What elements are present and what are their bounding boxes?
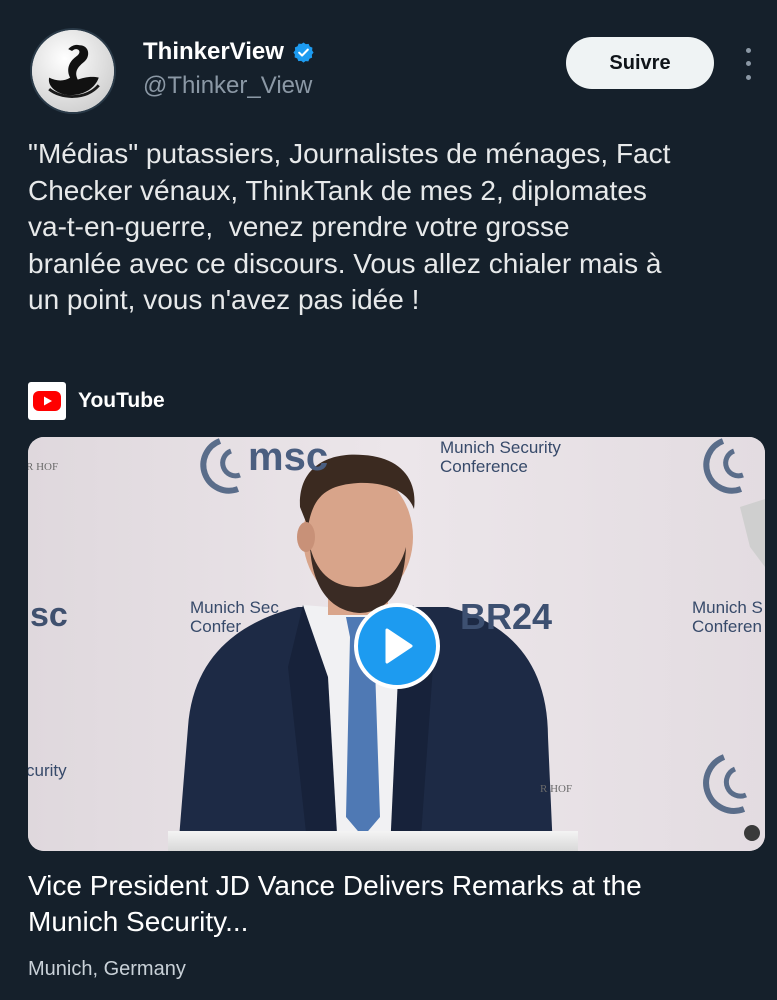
video-thumbnail[interactable]: msc Munich Security Conference R HOF sc …: [28, 437, 765, 851]
video-title[interactable]: Vice President JD Vance Delivers Remarks…: [28, 868, 763, 940]
backdrop-br24: BR24: [460, 596, 553, 637]
follow-button[interactable]: Suivre: [566, 37, 714, 89]
backdrop-sc: sc: [30, 596, 68, 634]
tweet-text-line: "Médias" putassiers, Journalistes de mén…: [28, 138, 671, 169]
black-swan-logo-icon: [32, 30, 114, 112]
video-location: Munich, Germany: [28, 958, 186, 980]
tweet-text: "Médias" putassiers, Journalistes de mén…: [28, 136, 763, 319]
provider-label: YouTube: [78, 389, 165, 412]
youtube-logo-icon: [28, 382, 66, 420]
author-name-row[interactable]: ThinkerView: [143, 38, 315, 66]
backdrop-munich-sec: Munich Sec Confer: [190, 598, 279, 636]
more-vertical-icon[interactable]: [738, 44, 758, 84]
backdrop-msc: msc: [248, 437, 329, 479]
video-title-line: Vice President JD Vance Delivers Remarks…: [28, 870, 642, 901]
display-name[interactable]: ThinkerView: [143, 38, 284, 66]
tweet-card: ThinkerView @Thinker_View Suivre "Médias…: [0, 0, 777, 1000]
embed-provider[interactable]: YouTube: [28, 382, 165, 420]
backdrop-hof-right: R HOF: [540, 783, 573, 795]
verified-badge-icon: [293, 41, 314, 63]
avatar[interactable]: [30, 28, 116, 114]
play-icon: [385, 628, 413, 664]
tweet-text-line: va-t-en-guerre, venez prendre votre gros…: [28, 211, 570, 242]
author-handle[interactable]: @Thinker_View: [143, 72, 312, 100]
video-title-line: Munich Security...: [28, 906, 249, 937]
backdrop-curity: curity: [28, 761, 67, 780]
backdrop-hof-left: R HOF: [28, 461, 59, 473]
tweet-text-line: Checker vénaux, ThinkTank de mes 2, dipl…: [28, 174, 647, 206]
tweet-text-line: branlée avec ce discours. Vous allez chi…: [28, 247, 662, 279]
tweet-text-line: un point, vous n'avez pas idée !: [28, 284, 420, 315]
play-button[interactable]: [354, 603, 440, 689]
backdrop-munich-security-conference: Munich Security Conference: [440, 438, 561, 476]
backdrop-munich-right: Munich S Conferen: [692, 598, 763, 636]
